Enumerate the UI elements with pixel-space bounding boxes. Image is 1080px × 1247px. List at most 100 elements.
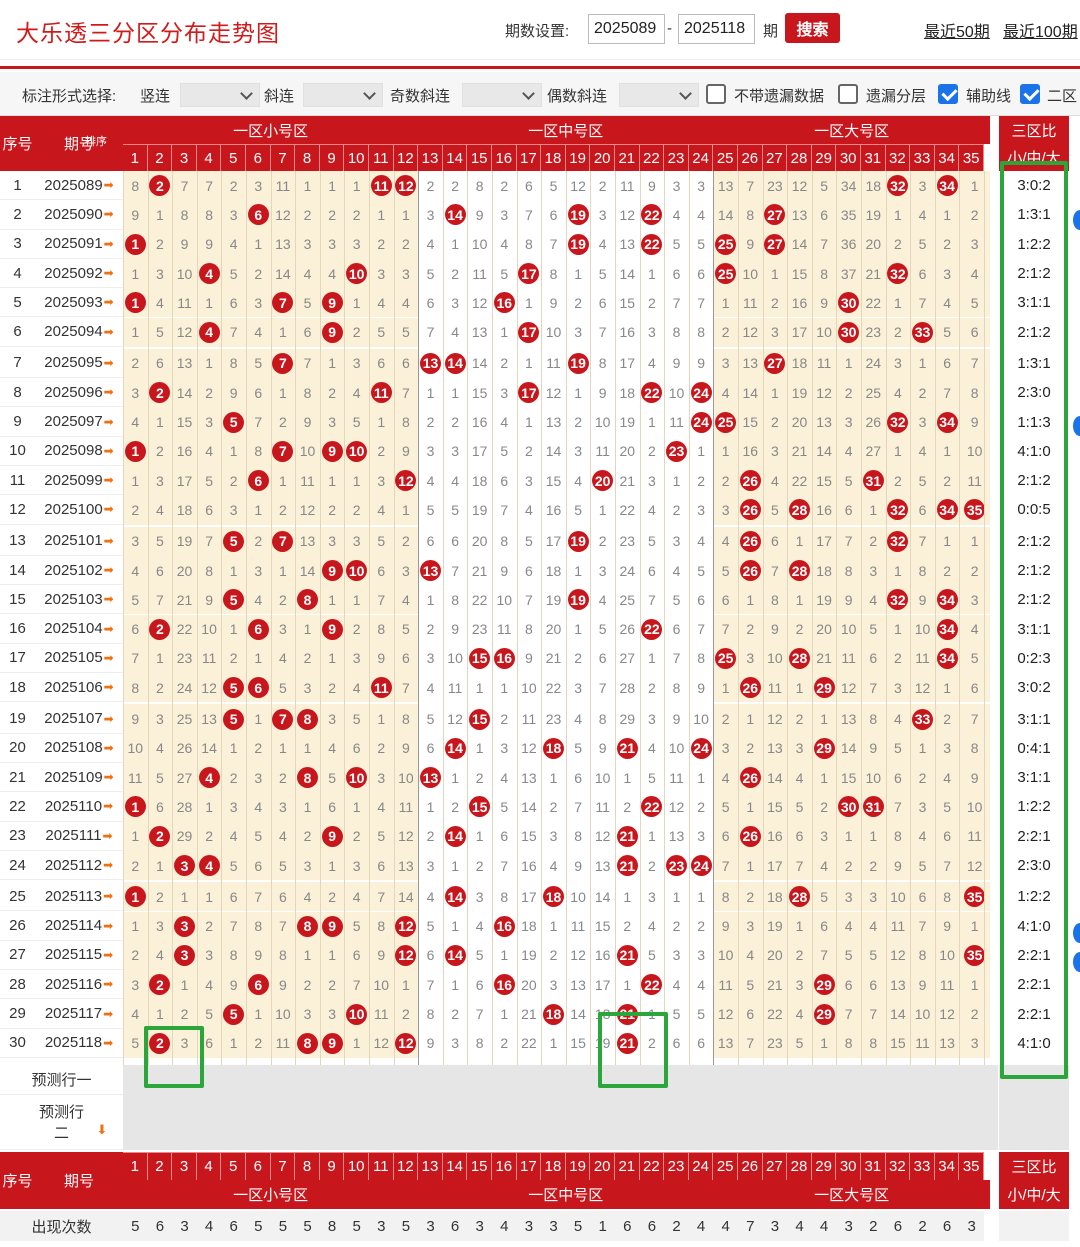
omission-cell: 22 — [541, 673, 566, 703]
period-end-input[interactable] — [678, 14, 755, 44]
omission-cell: 7 — [664, 643, 689, 674]
drawn-number-ball: 32 — [887, 530, 909, 552]
omission-cell: 10 — [270, 999, 296, 1029]
draw-cell: 32 — [885, 526, 911, 556]
predict-row-1[interactable] — [123, 1065, 998, 1095]
drawn-number-ball: 17 — [518, 382, 540, 404]
number-footer: 15 — [467, 1152, 492, 1180]
recent-50-link[interactable]: 最近50期 — [924, 18, 990, 42]
omission-cell: 1 — [221, 1028, 246, 1058]
omission-cell: 9 — [565, 850, 591, 881]
omission-cell: 13 — [565, 970, 591, 1000]
period-dash: - — [667, 20, 672, 37]
omission-cell: 1 — [738, 585, 763, 615]
draw-cell: 6 — [246, 466, 271, 496]
omission-cell: 1 — [492, 673, 517, 703]
omission-cell: 10 — [738, 258, 763, 289]
omission-cell: 3 — [319, 407, 345, 437]
drawn-number-ball: 9 — [321, 321, 343, 343]
omission-cell: 8 — [738, 200, 763, 230]
omission-cell: 15 — [836, 763, 861, 793]
omission-cell: 4 — [147, 733, 173, 763]
omission-layer-checkbox[interactable] — [838, 84, 858, 104]
omission-cell: 22 — [467, 585, 492, 615]
count-cell: 5 — [123, 1211, 148, 1241]
omission-cell: 17 — [516, 882, 542, 912]
omission-cell: 3 — [123, 526, 148, 556]
omission-cell: 8 — [123, 171, 148, 201]
diag-select[interactable] — [303, 83, 383, 107]
omission-cell: 7 — [861, 673, 886, 703]
drawn-number-ball: 22 — [641, 974, 663, 996]
omission-cell: 4 — [639, 495, 665, 525]
even-diag-select[interactable] — [619, 83, 699, 107]
omission-cell: 1 — [319, 466, 345, 496]
omission-cell: 1 — [787, 585, 812, 615]
omission-cell: 3 — [319, 704, 345, 734]
row-index: 18 — [0, 673, 35, 703]
omission-cell: 19 — [787, 378, 812, 408]
no-omission-checkbox[interactable] — [706, 84, 726, 104]
period-start-input[interactable] — [588, 14, 665, 44]
omission-cell: 7 — [738, 171, 763, 201]
predict-row-2[interactable] — [123, 1095, 998, 1150]
omission-cell: 8 — [492, 526, 517, 556]
omission-cell: 11 — [738, 288, 763, 318]
omission-cell: 11 — [934, 970, 960, 1000]
omission-cell: 7 — [861, 999, 886, 1029]
arrow-down-icon[interactable]: ⬇ — [92, 1120, 112, 1140]
omission-cell: 11 — [442, 673, 468, 703]
omission-cell: 1 — [393, 495, 419, 525]
omission-cell: 3 — [418, 436, 443, 466]
issue-cell: 2025115 ➡ — [35, 940, 123, 971]
sort-button[interactable]: 排序 — [75, 126, 117, 156]
omission-cell: 12 — [442, 704, 468, 734]
omission-cell: 3 — [541, 821, 566, 851]
guide-line-checkbox[interactable] — [938, 84, 958, 104]
omission-cell: 7 — [738, 1028, 763, 1058]
omission-cell: 2 — [147, 436, 173, 466]
omission-cell: 13 — [590, 850, 615, 881]
omission-cell: 4 — [664, 555, 689, 586]
draw-cell: 18 — [541, 733, 566, 763]
drawn-number-ball: 3 — [173, 944, 195, 966]
draw-cell: 12 — [393, 1028, 419, 1058]
drawn-number-ball: 29 — [813, 737, 835, 759]
vert-select[interactable] — [180, 83, 260, 107]
omission-cell: 9 — [393, 436, 419, 466]
omission-cell: 2 — [246, 1028, 271, 1058]
drawn-number-ball: 9 — [321, 440, 343, 462]
omission-cell: 7 — [196, 526, 222, 556]
drawn-number-ball: 16 — [493, 915, 515, 937]
issue-number: 2025107 — [44, 710, 103, 728]
draw-cell: 7 — [270, 704, 296, 734]
draw-cell: 1 — [123, 288, 148, 318]
odd-diag-select[interactable] — [462, 83, 542, 107]
zone2-checkbox[interactable] — [1020, 84, 1040, 104]
omission-cell: 1 — [861, 495, 886, 525]
draw-cell: 9 — [319, 288, 345, 318]
omission-cell: 12 — [541, 378, 566, 408]
arrow-right-icon: ➡ — [103, 621, 114, 636]
drawn-number-ball: 12 — [395, 915, 417, 937]
search-button[interactable]: 搜索 — [785, 13, 840, 43]
omission-cell: 2 — [418, 821, 443, 851]
issue-cell: 2025089 ➡ — [35, 171, 123, 201]
omission-cell: 5 — [762, 495, 788, 525]
draw-cell: 34 — [934, 171, 960, 201]
omission-cell: 4 — [811, 850, 837, 881]
recent-100-link[interactable]: 最近100期 — [1003, 18, 1078, 42]
omission-cell: 15 — [615, 288, 640, 318]
omission-cell: 3 — [442, 288, 468, 318]
omission-cell: 1 — [959, 171, 990, 201]
omission-cell: 22 — [615, 495, 640, 525]
issue-number: 2025095 — [44, 354, 103, 372]
draw-cell: 26 — [738, 495, 763, 525]
omission-cell: 23 — [172, 643, 197, 674]
arrow-right-icon: ➡ — [103, 858, 114, 873]
draw-cell: 8 — [295, 911, 320, 941]
drawn-number-ball: 14 — [444, 737, 466, 759]
draw-cell: 11 — [369, 378, 394, 408]
omission-cell: 4 — [344, 378, 369, 408]
omission-cell: 4 — [959, 258, 990, 289]
